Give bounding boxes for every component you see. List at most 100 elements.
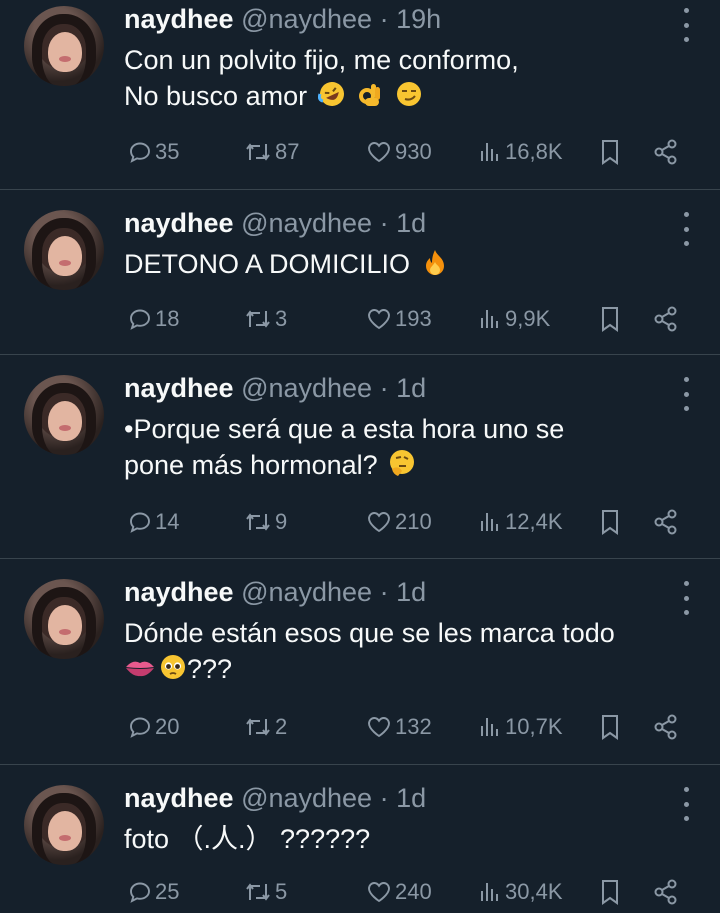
separator-dot: · (379, 4, 389, 34)
display-name[interactable]: naydhee (124, 4, 234, 34)
like-icon (368, 717, 390, 738)
reply-button[interactable]: 20 (128, 712, 179, 742)
user-handle[interactable]: @naydhee (241, 373, 372, 403)
avatar[interactable] (24, 375, 104, 455)
share-icon (654, 509, 677, 535)
separator-dot: · (379, 208, 389, 238)
like-button[interactable]: 210 (366, 507, 432, 537)
more-icon[interactable] (682, 8, 690, 42)
view-count: 9,9K (505, 306, 551, 331)
tweet[interactable]: naydhee @naydhee · 19h Con un polvito fi… (0, 0, 720, 190)
reply-button[interactable]: 25 (128, 877, 179, 907)
views-button[interactable]: 12,4K (478, 507, 563, 537)
user-handle[interactable]: @naydhee (241, 783, 372, 813)
reply-count: 18 (155, 306, 180, 331)
bookmark-button[interactable] (598, 877, 622, 907)
reply-count: 35 (155, 139, 180, 164)
retweet-button[interactable]: 2 (244, 712, 287, 742)
tweet[interactable]: naydhee @naydhee · 1d DETONO A DOMICILIO… (0, 190, 720, 355)
views-button[interactable]: 30,4K (478, 877, 563, 907)
timestamp[interactable]: 1d (396, 208, 426, 238)
bookmark-button[interactable] (598, 304, 622, 334)
views-button[interactable]: 10,7K (478, 712, 563, 742)
share-button[interactable] (652, 304, 680, 334)
reply-icon (130, 142, 150, 163)
reply-icon (130, 309, 150, 330)
like-count: 193 (395, 306, 432, 331)
tweet-text: DETONO A DOMICILIO (124, 246, 704, 282)
reply-button[interactable]: 35 (128, 137, 179, 167)
share-button[interactable] (652, 712, 680, 742)
bookmark-button[interactable] (598, 137, 622, 167)
like-icon (368, 309, 390, 330)
timeline: naydhee @naydhee · 19h Con un polvito fi… (0, 0, 720, 913)
views-icon (481, 143, 498, 161)
like-button[interactable]: 240 (366, 877, 432, 907)
tweet[interactable]: naydhee @naydhee · 1d foto （.人.） ?????? … (0, 765, 720, 913)
like-button[interactable]: 193 (366, 304, 432, 334)
avatar[interactable] (24, 579, 104, 659)
retweet-count: 87 (275, 139, 300, 164)
timestamp[interactable]: 1d (396, 373, 426, 403)
timestamp[interactable]: 1d (396, 577, 426, 607)
retweet-icon (246, 718, 270, 736)
reply-icon (130, 512, 150, 533)
reply-count: 20 (155, 714, 180, 739)
like-icon (368, 512, 390, 533)
user-handle[interactable]: @naydhee (241, 577, 372, 607)
thinking-face-icon (390, 450, 415, 476)
share-button[interactable] (652, 877, 680, 907)
more-icon[interactable] (682, 377, 690, 411)
tweet[interactable]: naydhee @naydhee · 1d Dónde están esos q… (0, 559, 720, 765)
timestamp[interactable]: 19h (396, 4, 441, 34)
timestamp[interactable]: 1d (396, 783, 426, 813)
display-name[interactable]: naydhee (124, 783, 234, 813)
like-button[interactable]: 132 (366, 712, 432, 742)
like-count: 210 (395, 509, 432, 534)
tweet-text: Con un polvito fijo, me conformo, No bus… (124, 42, 704, 114)
like-count: 132 (395, 714, 432, 739)
display-name[interactable]: naydhee (124, 373, 234, 403)
reply-count: 25 (155, 879, 180, 904)
display-name[interactable]: naydhee (124, 577, 234, 607)
reply-button[interactable]: 18 (128, 304, 179, 334)
reply-button[interactable]: 14 (128, 507, 179, 537)
retweet-button[interactable]: 3 (244, 304, 287, 334)
avatar[interactable] (24, 6, 104, 86)
like-count: 930 (395, 139, 432, 164)
views-button[interactable]: 16,8K (478, 137, 563, 167)
more-icon[interactable] (682, 581, 690, 615)
tweet-header: naydhee @naydhee · 19h (124, 3, 441, 35)
views-button[interactable]: 9,9K (478, 304, 550, 334)
like-button[interactable]: 930 (366, 137, 432, 167)
user-handle[interactable]: @naydhee (241, 208, 372, 238)
retweet-button[interactable]: 87 (244, 137, 299, 167)
share-button[interactable] (652, 507, 680, 537)
retweet-count: 3 (275, 306, 288, 331)
user-handle[interactable]: @naydhee (241, 4, 372, 34)
share-icon (654, 306, 677, 332)
bookmark-button[interactable] (598, 712, 622, 742)
display-name[interactable]: naydhee (124, 208, 234, 238)
tweet-text-line-2: ??? (124, 651, 704, 687)
tweet-text-line-2: pone más hormonal? (124, 447, 704, 483)
bookmark-icon (602, 140, 618, 165)
view-count: 10,7K (505, 714, 563, 739)
more-icon[interactable] (682, 212, 690, 246)
like-icon (368, 882, 390, 903)
share-button[interactable] (652, 137, 680, 167)
smirk-face-icon (396, 82, 421, 106)
retweet-button[interactable]: 9 (244, 507, 287, 537)
retweet-icon (246, 310, 270, 328)
tweet[interactable]: naydhee @naydhee · 1d •Porque será que a… (0, 355, 720, 559)
separator-dot: · (379, 373, 389, 403)
bookmark-icon (602, 307, 618, 332)
retweet-button[interactable]: 5 (244, 877, 287, 907)
tweet-text: Dónde están esos que se les marca todo ?… (124, 615, 704, 687)
avatar[interactable] (24, 210, 104, 290)
retweet-icon (246, 883, 270, 901)
bookmark-button[interactable] (598, 507, 622, 537)
more-icon[interactable] (682, 787, 690, 821)
avatar[interactable] (24, 785, 104, 865)
reply-count: 14 (155, 509, 180, 534)
